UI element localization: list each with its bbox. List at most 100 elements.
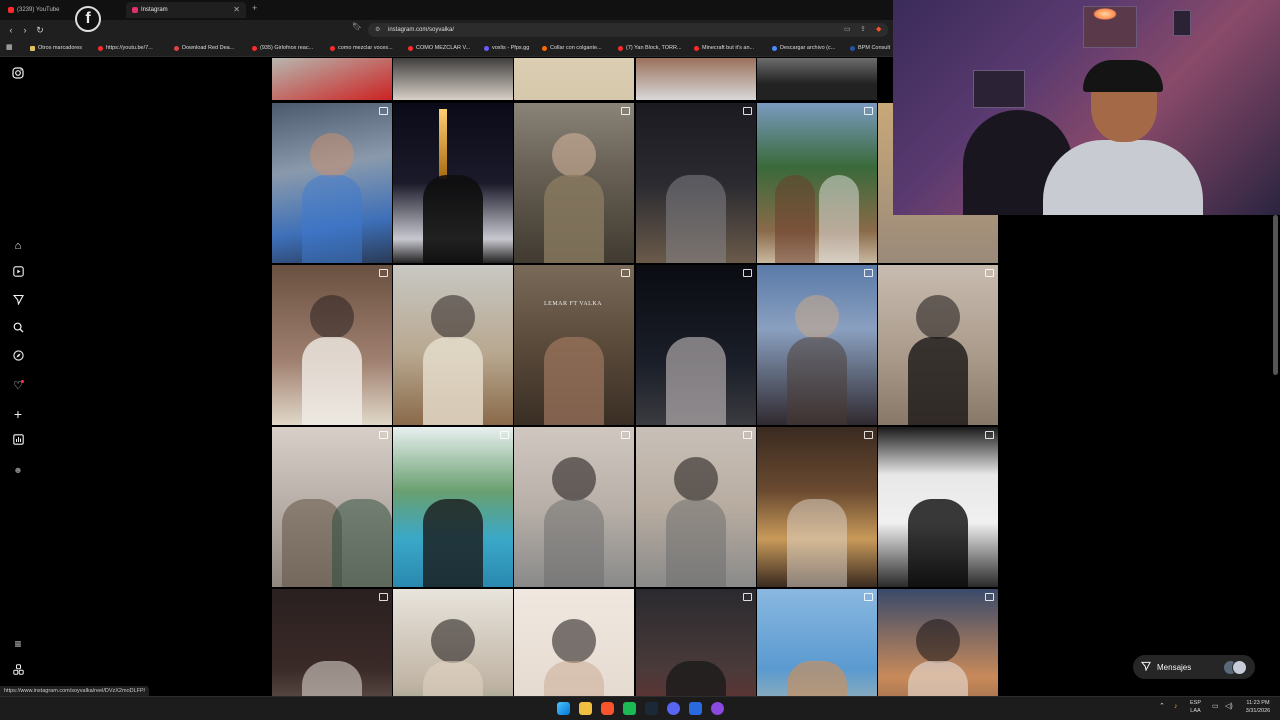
bookmark-star-icon[interactable]: 🔖︎ <box>352 22 362 31</box>
app-icon[interactable] <box>623 702 636 715</box>
webcam-overlay <box>893 0 1280 215</box>
brave-browser-icon[interactable] <box>601 702 614 715</box>
apps-grid-icon[interactable]: ▦ <box>6 40 16 56</box>
create-icon[interactable]: + <box>10 406 26 422</box>
post-thumbnail[interactable] <box>272 427 392 587</box>
instagram-logo-icon[interactable] <box>10 67 26 83</box>
bookmark-item[interactable]: voxlis - Pfps.gg <box>484 40 536 56</box>
facebook-overlay-icon: f <box>75 6 101 32</box>
app-icon[interactable] <box>711 702 724 715</box>
reels-icon[interactable] <box>10 266 26 282</box>
network-icon[interactable]: ▭ <box>1212 703 1219 711</box>
address-bar[interactable]: ⚙ instagram.com/soyvalka/ <box>368 23 888 37</box>
steam-icon[interactable] <box>645 702 658 715</box>
new-tab-button[interactable]: + <box>252 3 257 13</box>
post-thumbnail[interactable] <box>757 58 877 100</box>
post-thumbnail[interactable] <box>878 589 998 696</box>
forward-icon[interactable]: › <box>18 22 32 38</box>
post-thumbnail[interactable] <box>636 103 756 263</box>
post-thumbnail[interactable] <box>757 589 877 696</box>
tab-instagram[interactable]: Instagram ✕ <box>126 2 246 18</box>
reel-icon <box>864 593 873 601</box>
bookmark-item[interactable]: Collar con colgante... <box>542 40 612 56</box>
bookmark-item[interactable]: BPM Consult <box>850 40 896 56</box>
discord-icon[interactable] <box>667 702 680 715</box>
avatar <box>1232 660 1247 675</box>
post-thumbnail[interactable] <box>636 427 756 587</box>
post-thumbnail[interactable] <box>878 265 998 425</box>
bookmark-item[interactable]: Minecraft but it's an... <box>694 40 764 56</box>
also-from-meta-icon[interactable] <box>10 664 26 680</box>
carousel-icon <box>379 593 388 601</box>
post-thumbnail[interactable] <box>636 58 756 100</box>
messages-button[interactable]: Mensajes <box>1133 655 1255 679</box>
notifications-icon[interactable]: ♡ <box>10 378 26 394</box>
post-thumbnail[interactable] <box>393 58 513 100</box>
search-icon[interactable] <box>10 322 26 338</box>
dashboard-icon[interactable] <box>10 434 26 450</box>
bookmark-item[interactable]: Download Red Dea... <box>174 40 244 56</box>
bookmark-folder[interactable]: Otros marcadores <box>30 40 92 56</box>
post-thumbnail[interactable] <box>757 103 877 263</box>
post-thumbnail[interactable] <box>272 589 392 696</box>
post-thumbnail[interactable] <box>393 427 513 587</box>
page-scrollbar[interactable] <box>1273 215 1278 375</box>
post-thumbnail[interactable] <box>757 265 877 425</box>
back-icon[interactable]: ‹ <box>4 22 18 38</box>
bookmark-item[interactable]: https://youtu.be/7... <box>98 40 166 56</box>
post-thumbnail[interactable] <box>514 589 634 696</box>
post-thumbnail[interactable] <box>878 427 998 587</box>
post-thumbnail[interactable] <box>272 103 392 263</box>
profile-avatar-icon[interactable]: ☻ <box>10 462 26 478</box>
reel-icon <box>379 107 388 115</box>
post-thumbnail[interactable] <box>757 427 877 587</box>
share-icon[interactable]: ⇪ <box>860 25 866 33</box>
show-hidden-icons-icon[interactable]: ⌃ <box>1159 703 1165 711</box>
reel-icon <box>621 107 630 115</box>
messages-icon[interactable] <box>10 294 26 310</box>
reel-icon <box>621 269 630 277</box>
home-icon[interactable]: ⌂ <box>10 238 26 254</box>
clock[interactable]: 11:23 PM 3/31/2026 <box>1242 699 1274 715</box>
reload-icon[interactable]: ↻ <box>33 22 47 38</box>
post-thumbnail[interactable] <box>514 103 634 263</box>
tab-title: (3239) YouTube <box>17 7 60 13</box>
tab-youtube[interactable]: (3239) YouTube <box>2 2 122 18</box>
post-thumbnail[interactable] <box>636 589 756 696</box>
reel-icon <box>379 269 388 277</box>
carousel-icon <box>864 431 873 439</box>
post-thumbnail[interactable] <box>514 58 634 100</box>
instagram-favicon-icon <box>132 7 138 13</box>
brave-shields-icon[interactable]: ◆ <box>876 25 881 33</box>
post-thumbnail[interactable]: LEMAR FT VALKA <box>514 265 634 425</box>
more-menu-icon[interactable]: ≡ <box>10 636 26 652</box>
app-icon[interactable] <box>689 702 702 715</box>
bookmark-item[interactable]: (7) Yan Block, TORR... <box>618 40 686 56</box>
bookmark-item[interactable]: COMO MEZCLAR V... <box>408 40 476 56</box>
post-thumbnail[interactable] <box>393 103 513 263</box>
bookmark-item[interactable]: (935) Girlofnox reac... <box>252 40 324 56</box>
volume-icon[interactable]: ◁) <box>1225 703 1233 711</box>
close-tab-icon[interactable]: ✕ <box>233 2 240 18</box>
post-thumbnail[interactable] <box>636 265 756 425</box>
url-text: instagram.com/soyvalka/ <box>388 27 455 33</box>
bookmark-item[interactable]: como mezclar voces... <box>330 40 402 56</box>
file-explorer-icon[interactable] <box>579 702 592 715</box>
post-thumbnail[interactable] <box>272 58 392 100</box>
post-thumbnail[interactable] <box>393 589 513 696</box>
explore-icon[interactable] <box>10 350 26 366</box>
youtube-favicon-icon <box>8 7 14 13</box>
post-thumbnail[interactable] <box>272 265 392 425</box>
post-thumbnail[interactable] <box>514 427 634 587</box>
profile-posts-grid: LEMAR FT VALKA <box>272 58 1000 696</box>
tray-app-icon[interactable]: ♪ <box>1174 703 1178 711</box>
carousel-icon <box>743 269 752 277</box>
install-app-icon[interactable]: ▭ <box>844 25 851 33</box>
start-icon[interactable] <box>557 702 570 715</box>
reel-icon <box>379 431 388 439</box>
messages-icon <box>1140 661 1151 673</box>
bookmark-item[interactable]: Descargar archivo (c... <box>772 40 844 56</box>
post-thumbnail[interactable] <box>393 265 513 425</box>
site-info-icon[interactable]: ⚙ <box>375 23 380 37</box>
language-indicator[interactable]: ESP LAA <box>1190 699 1201 715</box>
